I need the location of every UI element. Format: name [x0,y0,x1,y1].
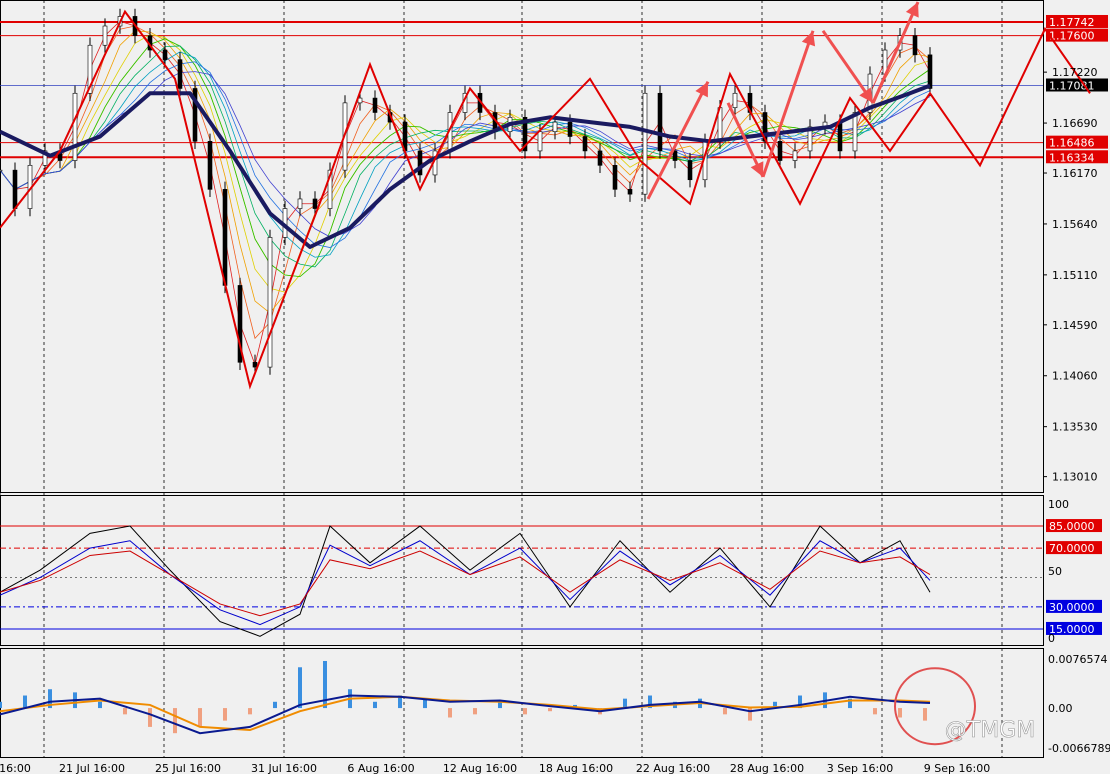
macd-histogram-bar [548,708,552,712]
x-tick-label: 9 Sep 16:00 [924,762,990,774]
osc-level-tag-label: 30.0000 [1049,601,1095,614]
price-tick-label: 1.17220 [1052,66,1098,79]
macd-histogram-bar [23,695,27,709]
macd-tick-label: 0.0076574 [1048,653,1108,666]
chart: 1.177421.176001.164861.163341.17081 1.17… [0,0,1110,774]
candle-body [417,150,423,176]
macd-histogram-bar [248,708,252,715]
osc-level-tag-label: 15.0000 [1049,623,1095,636]
candle-body [252,361,258,368]
macd-histogram-bar [298,667,302,709]
price-tick-label: 1.16170 [1052,167,1098,180]
macd-tick-label: 0.00 [1048,702,1073,715]
candle-body [267,237,273,368]
candle-body [852,112,858,152]
candle-body [567,121,573,137]
candle-body [777,141,783,161]
price-axis: 1.17220 1.16690 1.16170 1.15640 1.15110 1.145… [1043,66,1098,484]
osc-label-bottom: 0 [1048,632,1055,645]
price-tick-label: 1.15640 [1052,218,1098,231]
candle-body [222,189,228,286]
macd-histogram-bar [723,708,727,715]
candle-body [297,198,303,209]
price-tick-label: 1.14060 [1052,370,1098,383]
x-tick-label: 25 Jul 16:00 [155,762,221,774]
candle-body [732,92,738,108]
candle-body [582,136,588,152]
watermark: @TMGM [945,718,1035,743]
candle-body [162,49,168,60]
price-tick-label: 1.16690 [1052,117,1098,130]
macd-tick-label: -0.0066789 [1048,742,1110,755]
macd-histogram-bar [473,708,477,715]
level-tag-label: 1.16486 [1049,137,1095,150]
candle-body [597,150,603,166]
macd-histogram-bar [273,701,277,709]
price-tick-label: 1.13530 [1052,421,1098,434]
candle-body [537,131,543,152]
macd-histogram-bar [623,698,627,709]
candle-body [642,92,648,195]
macd-histogram-bar [923,708,927,721]
x-tick-label: 31 Jul 16:00 [251,762,317,774]
candle-body [612,165,618,190]
candle-body [372,97,378,113]
osc-level-tag-label: 85.0000 [1049,520,1095,533]
x-tick-label: 22 Aug 16:00 [636,762,710,774]
candle-body [837,121,843,152]
x-tick-label: 21 Jul 16:00 [59,762,125,774]
x-tick-label: 16:00 [0,762,31,774]
x-tick-label: 18 Aug 16:00 [539,762,613,774]
candle-body [672,150,678,161]
x-tick-label: 3 Sep 16:00 [827,762,893,774]
price-tick-label: 1.14590 [1052,319,1098,332]
macd-histogram-bar [0,701,2,709]
candle-body [72,92,78,161]
candle-body [687,160,693,181]
macd-histogram-bar [373,701,377,709]
candle-body [627,189,633,195]
macd-histogram-bar [173,708,177,734]
level-tag-label: 1.17600 [1049,30,1095,43]
macd-histogram-bar [873,708,877,715]
candle-body [792,150,798,161]
macd-histogram-bar [148,708,152,727]
osc-label-mid: 50 [1048,565,1062,578]
candle-body [927,54,933,89]
price-tick-label: 1.13010 [1052,471,1098,484]
macd-histogram-bar [198,708,202,727]
candle-body [552,121,558,133]
macd-histogram-bar [98,701,102,709]
x-tick-label: 28 Aug 16:00 [730,762,804,774]
macd-histogram-bar [123,708,127,715]
x-tick-label: 6 Aug 16:00 [347,762,414,774]
price-tick-label: 1.15110 [1052,269,1098,282]
candle-body [312,198,318,209]
candle-body [177,59,183,89]
candle-body [102,25,108,46]
candle-body [657,92,663,152]
candle-body [12,169,18,209]
osc-label-top: 100 [1048,498,1069,511]
macd-histogram-bar [523,708,527,715]
candle-body [0,169,3,172]
macd-histogram-bar [898,708,902,718]
level-tag-label: 1.17742 [1049,16,1095,29]
level-tag-label: 1.16334 [1049,151,1095,164]
candle-body [912,35,918,56]
x-tick-label: 12 Aug 16:00 [443,762,517,774]
macd-histogram-bar [223,708,227,721]
macd-histogram-bar [448,708,452,718]
osc-level-tag-label: 70.0000 [1049,542,1095,555]
candle-body [207,141,213,190]
